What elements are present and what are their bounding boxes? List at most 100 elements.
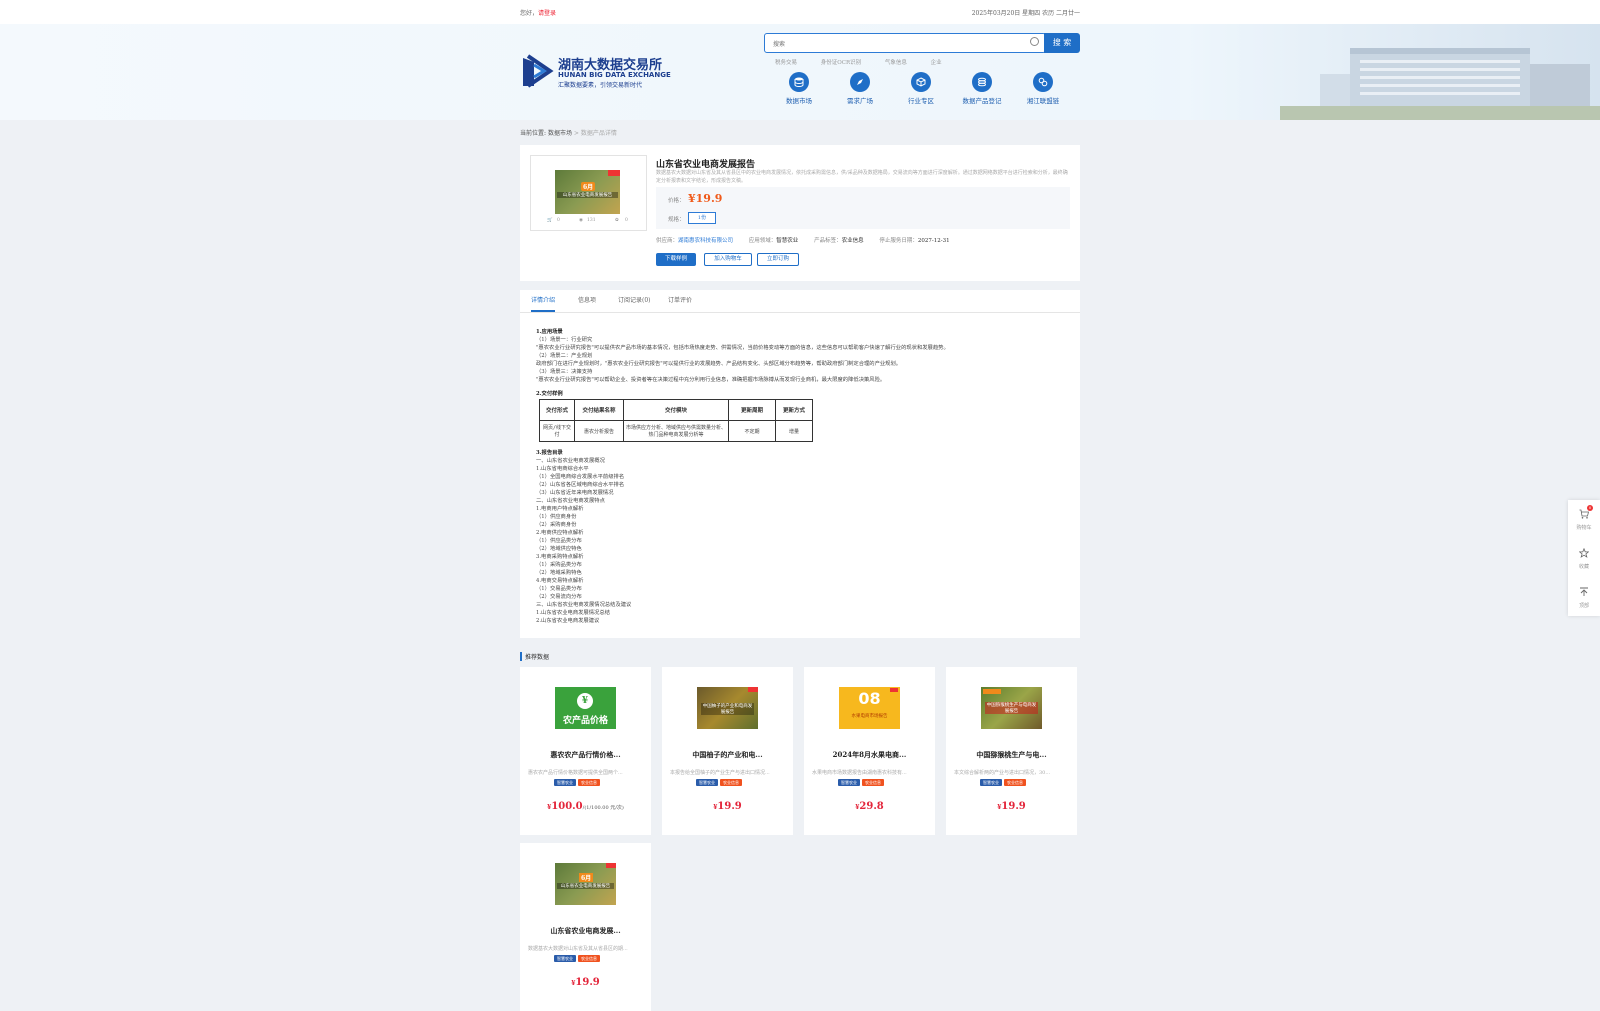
- sidebar-back-to-top[interactable]: 顶部: [1568, 578, 1600, 616]
- detail-tabs: 详情介绍 信息项 订阅记录(0) 订单评价: [520, 290, 1080, 313]
- product-image-box: 6月 山东省农业电商发展报告 🛒 0 ◉ 131 ✿ 0: [530, 155, 647, 231]
- chain-icon: [1038, 77, 1048, 87]
- table-header: 更新周期: [728, 399, 776, 421]
- card-title: 中国柚子的产业和电...: [692, 750, 763, 759]
- tag-badge: 智慧农业: [554, 779, 576, 786]
- nav-xiangjiang-chain[interactable]: 湘江联盟链: [1018, 72, 1068, 105]
- tab-details[interactable]: 详情介绍: [531, 290, 556, 312]
- field-value: 智慧农业: [776, 238, 799, 244]
- recommend-card[interactable]: 中国柚子的产业和电商发展报告 中国柚子的产业和电... 本报告给全国柚子的产业生…: [662, 667, 793, 835]
- product-card: 6月 山东省农业电商发展报告 🛒 0 ◉ 131 ✿ 0 山东省农业电商发展报告…: [520, 145, 1080, 281]
- buy-now-button[interactable]: 立即订购: [757, 253, 799, 266]
- search-icon[interactable]: [1030, 37, 1039, 46]
- detail-line: （2）场景二：产业规划: [536, 353, 593, 359]
- provider-link[interactable]: 湖南惠农科技有限公司: [678, 238, 733, 244]
- hotword-link[interactable]: 身份证OCR识别: [821, 60, 861, 66]
- nav-industry-zone[interactable]: 行业专区: [896, 72, 946, 105]
- spec-option[interactable]: 1份: [688, 212, 716, 224]
- card-tags: 智慧农业 农业信息: [980, 778, 1028, 786]
- hotword-link[interactable]: 气象信息: [885, 60, 907, 66]
- detail-line: "惠农农业行业研究报告"可以帮助企业、投资者等在决策过程中充分利用行业信息，准确…: [536, 377, 886, 383]
- toc-item: （2）地域供应特色: [536, 546, 582, 552]
- image-number: 08: [858, 689, 881, 708]
- star-icon: ✿: [615, 218, 619, 223]
- end-date-value: 2027-12-31: [917, 238, 950, 244]
- download-sample-button[interactable]: 下载样例: [656, 253, 696, 266]
- table-cell: 网页/线下交付: [539, 420, 575, 442]
- greeting-text: 您好，: [520, 10, 539, 17]
- recommend-card[interactable]: 08 水果电商市场报告 2024年8月水果电商... 水果电商市场数据报告由湖南…: [804, 667, 935, 835]
- top-bar: 您好，请登录 2025年03月20日 星期四 农历 二月廿一: [0, 0, 1600, 24]
- breadcrumb-separator: >: [573, 130, 579, 137]
- section-heading: 2.交付样例: [536, 391, 563, 397]
- toc-item: （1）全国电商综合发展水平前级排名: [536, 474, 625, 480]
- tag-value: 农业信息: [841, 238, 864, 244]
- sidebar-favorite[interactable]: 收藏: [1568, 539, 1600, 577]
- toc-item: 1.山东省农业电商发展情况总结: [536, 610, 610, 616]
- toc-item: （1）采购品类分布: [536, 562, 582, 568]
- sidebar-label: 购物车: [1576, 525, 1592, 531]
- nav-product-registration[interactable]: 数据产品登记: [957, 72, 1007, 105]
- tab-subscription-records[interactable]: 订阅记录(0): [618, 290, 651, 312]
- recommend-card[interactable]: 中国猕猴桃生产与电商发展报告 中国猕猴桃生产与电... 本文综合解析两的产业与进…: [946, 667, 1077, 835]
- nav-label: 数据产品登记: [962, 97, 1002, 105]
- recommend-card[interactable]: ¥ 农产品价格 惠农农产品行情价格... 惠农农产品行情价格数据可提供全国两个.…: [520, 667, 651, 835]
- tag-badge: 农业信息: [578, 955, 600, 962]
- price-box: 价格： ¥19.9 规格： 1份: [656, 187, 1070, 229]
- toc-item: （2）交易流向分布: [536, 594, 582, 600]
- currency-icon: ¥: [577, 693, 593, 709]
- toc-item: 3.电商采购特点解析: [536, 554, 584, 560]
- card-image: 中国猕猴桃生产与电商发展报告: [981, 687, 1042, 729]
- field-label: 应用领域：: [748, 238, 777, 244]
- recommend-card[interactable]: 6月 山东省农业电商发展报告 山东省农业电商发展... 数据基农大数据对山东省及…: [520, 843, 651, 1011]
- add-to-cart-button[interactable]: 加入购物车: [704, 253, 752, 266]
- tag-badge: 智慧农业: [554, 955, 576, 962]
- nav-data-market[interactable]: 数据市场: [774, 72, 824, 105]
- detail-line: 政府部门在进行产业规划时，"惠农农业行业研究报告"可以提供行业的发展趋势、产品结…: [536, 361, 902, 367]
- card-image: 中国柚子的产业和电商发展报告: [697, 687, 758, 729]
- card-title: 惠农农产品行情价格...: [550, 750, 621, 759]
- login-link[interactable]: 请登录: [538, 10, 556, 17]
- image-text: 农产品价格: [562, 716, 608, 726]
- favorite-count: 0: [625, 218, 628, 223]
- detail-line: （1）场景一：行业研究: [536, 337, 593, 343]
- image-month: 6月: [579, 873, 594, 882]
- search-button[interactable]: 搜 索: [1044, 33, 1080, 53]
- card-title: 中国猕猴桃生产与电...: [976, 750, 1047, 759]
- hotword-link[interactable]: 企业: [931, 60, 942, 66]
- card-tags: 智慧农业 农业信息: [696, 778, 744, 786]
- logo-subtitle: HUNAN BIG DATA EXCHANGE: [558, 71, 671, 79]
- toc-item: 4.电商交易特点解析: [536, 578, 584, 584]
- hot-keywords: 税务交易 身份证OCR识别 气象信息 企业: [775, 58, 964, 66]
- breadcrumb-current: 数据产品详情: [580, 130, 617, 137]
- product-image[interactable]: 6月 山东省农业电商发展报告: [555, 170, 620, 214]
- recommend-title: 推荐数据: [520, 652, 549, 661]
- hotword-link[interactable]: 税务交易: [775, 60, 797, 66]
- toc-item: （2）山东省各区域电商综合水平排名: [536, 482, 625, 488]
- nav-demand-square[interactable]: 需求广场: [835, 72, 885, 105]
- search-input[interactable]: [771, 37, 1015, 51]
- breadcrumb-market[interactable]: 数据市场: [548, 130, 572, 137]
- card-description: 本报告给全国柚子的产业生产与进出口情况...: [670, 770, 770, 776]
- toc-item: 三、山东省农业电商发展情况总结及建议: [536, 602, 632, 608]
- price-value: 19.9: [575, 977, 600, 988]
- view-count: 131: [587, 218, 596, 223]
- tab-info-items[interactable]: 信息项: [578, 290, 596, 312]
- price-value: 100.0: [551, 801, 583, 812]
- toc-item: 2.电商供应特点解析: [536, 530, 584, 536]
- toc-item: 2.山东省农业电商发展建议: [536, 618, 600, 624]
- card-description: 数据基农大数据对山东省及其从省县区的期...: [528, 946, 628, 952]
- card-price: ¥19.9: [662, 801, 793, 812]
- sidebar-label: 顶部: [1578, 603, 1589, 609]
- breadcrumb-prefix: 当前位置:: [520, 130, 547, 137]
- toc-item: 二、山东省农业电商发展特点: [536, 498, 605, 504]
- table-header-row: 交付形式 交付结果名称 交付模块 更新周期 更新方式: [539, 399, 813, 421]
- table-header: 交付模块: [623, 399, 729, 421]
- sidebar-label: 收藏: [1578, 564, 1589, 570]
- cart-icon: 🛒: [547, 218, 553, 223]
- sidebar-cart[interactable]: 0 购物车: [1568, 500, 1600, 538]
- nav-label: 行业专区: [908, 97, 934, 105]
- image-badge: [983, 689, 1001, 694]
- price-value: 29.8: [859, 801, 884, 812]
- tab-order-reviews[interactable]: 订单评价: [668, 290, 692, 312]
